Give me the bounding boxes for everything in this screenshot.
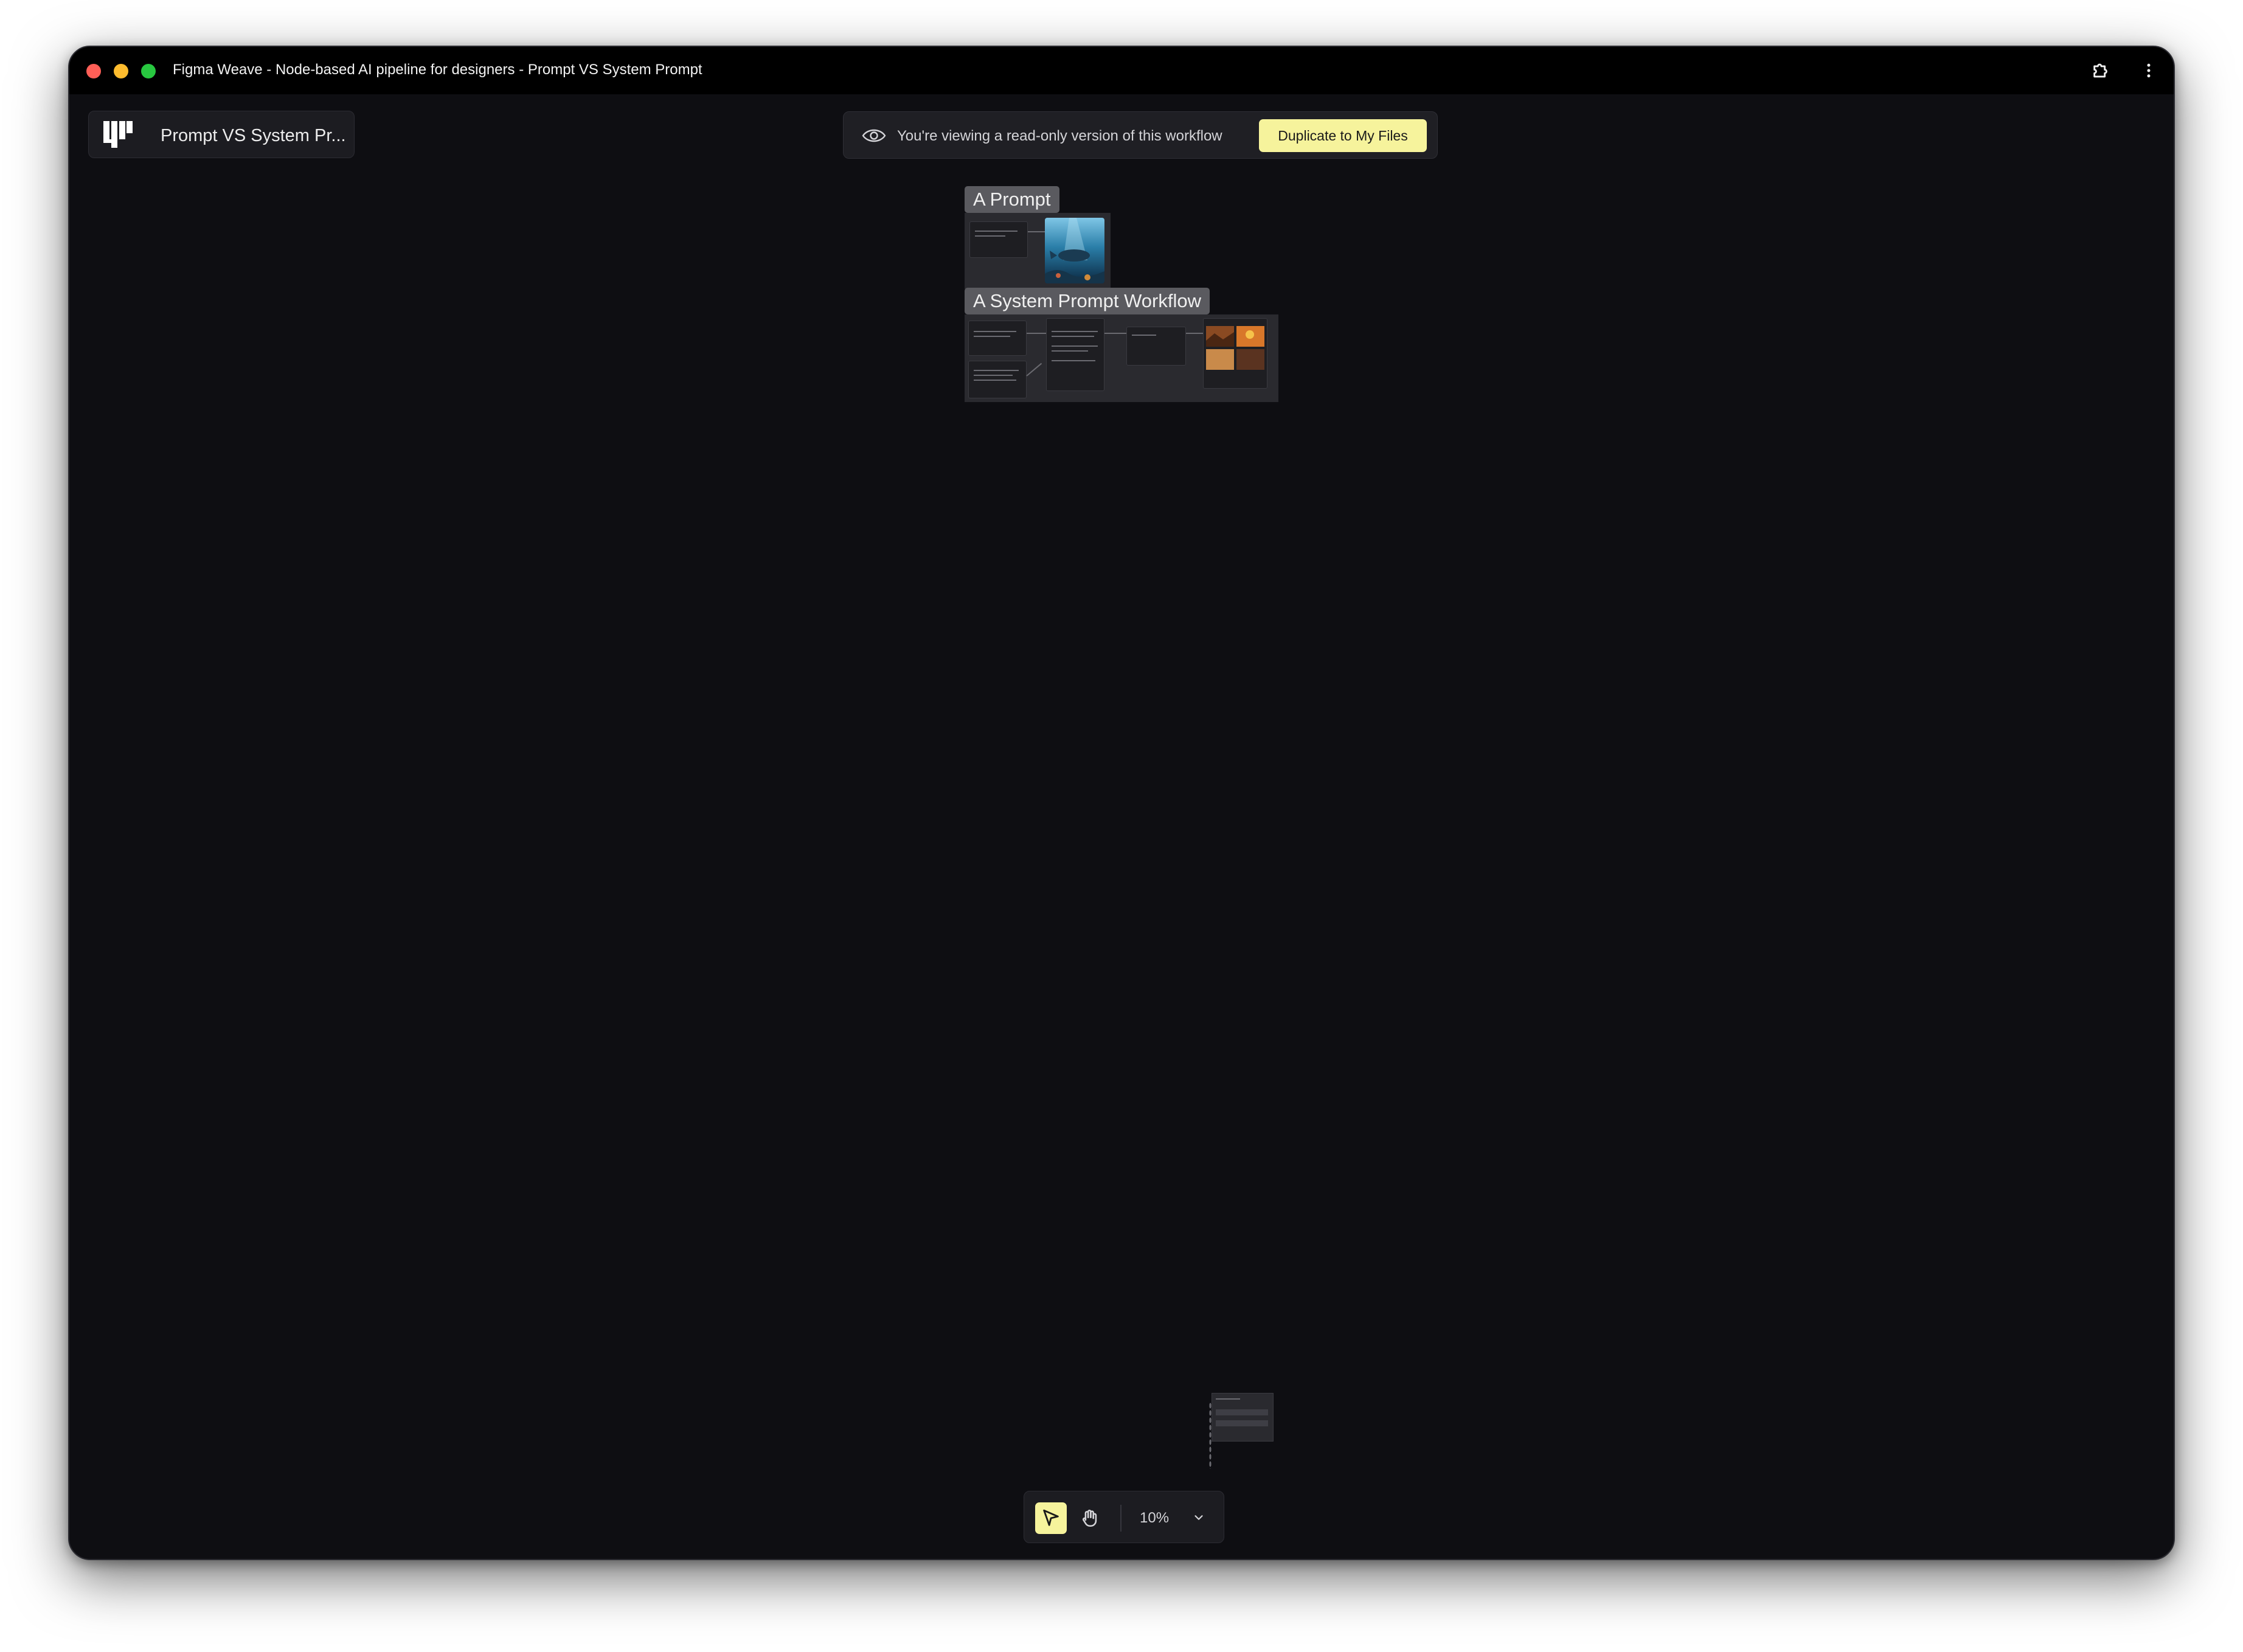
more-vertical-icon[interactable] [2137, 59, 2160, 82]
group-label-a-prompt[interactable]: A Prompt [965, 186, 1059, 213]
puzzle-icon[interactable] [2090, 59, 2113, 82]
llm-node[interactable] [1046, 318, 1104, 391]
read-only-message: You're viewing a read-only version of th… [897, 128, 1222, 144]
hand-icon[interactable] [1074, 1502, 1106, 1534]
connection-dots [1209, 1402, 1212, 1469]
cursor-arrow-icon[interactable] [1035, 1502, 1067, 1534]
zoom-window-button[interactable] [141, 64, 156, 78]
chevron-down-icon[interactable] [1190, 1508, 1208, 1527]
image-output-node[interactable] [1203, 318, 1267, 389]
canvas-node[interactable] [1212, 1393, 1274, 1442]
project-menu[interactable]: Prompt VS System Pr... [88, 111, 355, 158]
minimize-window-button[interactable] [114, 64, 128, 78]
prompt-node[interactable] [969, 221, 1028, 258]
weave-logo-icon [103, 121, 133, 148]
prompt-node[interactable] [968, 361, 1027, 398]
canvas-toolbar: 10% [1024, 1491, 1224, 1543]
close-window-button[interactable] [86, 64, 101, 78]
generated-image-node[interactable] [1045, 218, 1104, 283]
eye-icon [862, 127, 886, 145]
app-window: Figma Weave - Node-based AI pipeline for… [68, 46, 2175, 1560]
text-node[interactable] [1126, 327, 1186, 366]
window-title: Figma Weave - Node-based AI pipeline for… [173, 61, 702, 78]
group-a-system-prompt-workflow[interactable] [965, 314, 1278, 402]
system-prompt-node[interactable] [968, 321, 1027, 356]
group-a-prompt[interactable] [965, 213, 1111, 289]
project-name: Prompt VS System Pr... [161, 126, 346, 145]
title-bar: Figma Weave - Node-based AI pipeline for… [69, 47, 2174, 94]
zoom-level[interactable]: 10% [1140, 1510, 1169, 1527]
duplicate-to-my-files-button[interactable]: Duplicate to My Files [1259, 119, 1427, 152]
group-label-a-system-prompt-workflow[interactable]: A System Prompt Workflow [965, 288, 1210, 314]
toolbar-divider [1120, 1505, 1122, 1532]
read-only-banner: You're viewing a read-only version of th… [843, 111, 1438, 159]
